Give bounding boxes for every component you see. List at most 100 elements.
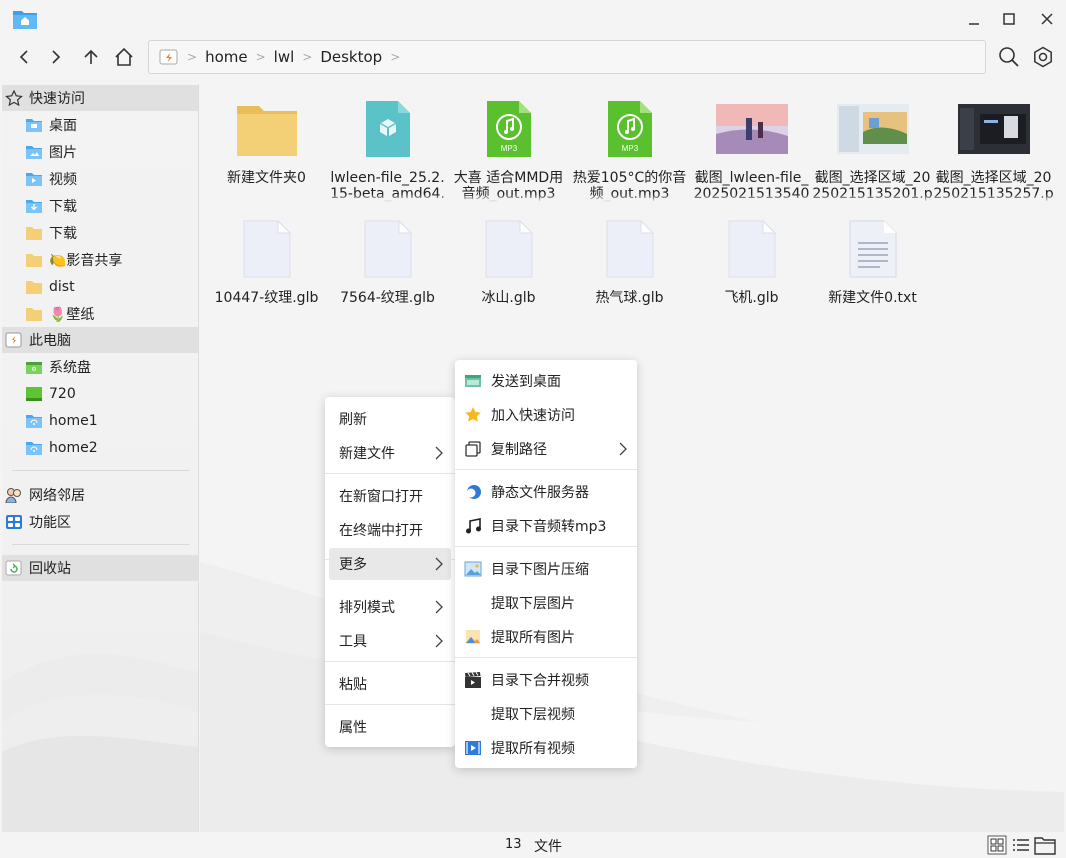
file-thumbnail (327, 96, 448, 162)
submenu-item[interactable]: 提取下层图片 (455, 587, 637, 619)
file-item[interactable]: 截图_选择区域_20250215135201.png (812, 96, 933, 202)
submenu-item[interactable]: 提取下层视频 (455, 698, 637, 730)
menu-divider (325, 473, 455, 474)
file-item[interactable]: 热气球.glb (569, 216, 690, 322)
submenu-item[interactable]: 复制路径 (455, 433, 637, 465)
context-menu-item[interactable]: 粘贴 (329, 668, 451, 700)
mp3-badge: MP3 (621, 144, 638, 153)
image-thumbnail (957, 104, 1030, 154)
sidebar-features[interactable]: 功能区 (2, 509, 198, 535)
sidebar-item-3[interactable]: 下载 (2, 193, 198, 219)
context-menu-item[interactable]: 属性 (329, 711, 451, 743)
submenu-item[interactable]: 提取所有视频 (455, 732, 637, 764)
submenu-item[interactable]: 静态文件服务器 (455, 476, 637, 508)
file-item[interactable]: 10447-纹理.glb (206, 216, 327, 322)
file-name: 热爱105°C的你音频_out.mp3 (569, 170, 690, 202)
menu-item-label: 工具 (339, 634, 367, 650)
icon-view-button[interactable] (986, 834, 1008, 856)
search-button[interactable] (996, 41, 1022, 73)
sidebar-drive-2[interactable]: home1 (2, 408, 198, 434)
context-menu-item[interactable]: 更多 (329, 548, 451, 580)
submenu-item[interactable]: 目录下图片压缩 (455, 553, 637, 585)
sidebar-label: 回收站 (29, 561, 71, 577)
image-thumbnail (715, 104, 788, 154)
file-item[interactable]: 冰山.glb (448, 216, 569, 322)
mp3-file-icon: MP3 (607, 101, 652, 157)
file-item[interactable]: lwleen-file_25.2.15-beta_amd64.deb (327, 96, 448, 202)
address-bar[interactable]: > home > lwl > Desktop > (148, 40, 986, 74)
context-menu-item[interactable]: 刷新 (329, 403, 451, 435)
folder-view-button[interactable] (1034, 834, 1056, 856)
file-item[interactable]: 截图_选择区域_20250215135257.png (933, 96, 1054, 202)
drive-icon (5, 332, 22, 348)
file-item[interactable]: MP3 热爱105°C的你音频_out.mp3 (569, 96, 690, 202)
clapperboard-icon (464, 671, 482, 689)
folder-icon (25, 225, 43, 241)
breadcrumb-lwl[interactable]: lwl (274, 48, 295, 66)
context-menu: 刷新新建文件在新窗口打开 在终端中打开 更多排列模式工具粘贴属性 (325, 397, 455, 747)
sidebar-item-label: dist (49, 279, 75, 295)
sidebar-drive-3[interactable]: home2 (2, 435, 198, 461)
file-item[interactable]: 截图_lwleen-file_20250215135409.png (691, 96, 812, 202)
sidebar-item-label: home2 (49, 440, 98, 456)
folder-icon (236, 106, 297, 156)
mp3-file-icon: MP3 (486, 101, 531, 157)
sidebar-network[interactable]: 网络邻居 (2, 482, 198, 508)
context-menu-item[interactable]: 工具 (329, 625, 451, 657)
image-thumbnail (836, 104, 909, 154)
sidebar-drive-1[interactable]: 720 (2, 381, 198, 407)
videos-folder-icon (25, 171, 43, 187)
sidebar-item-label: 下载 (49, 199, 77, 215)
sidebar-item-6[interactable]: dist (2, 274, 198, 300)
file-thumbnail (812, 216, 933, 282)
menu-item-label: 新建文件 (339, 446, 395, 462)
sidebar-drive-0[interactable]: ⚙ 系统盘 (2, 354, 198, 380)
submenu-item[interactable]: 加入快速访问 (455, 399, 637, 431)
up-button[interactable] (77, 42, 105, 72)
menu-item-label: 发送到桌面 (491, 374, 561, 390)
submenu-item[interactable]: 提取所有图片 (455, 621, 637, 653)
file-name: 飞机.glb (724, 290, 779, 306)
submenu-item[interactable]: 目录下音频转mp3 (455, 510, 637, 542)
menu-item-label: 目录下音频转mp3 (491, 519, 607, 535)
settings-button[interactable] (1030, 41, 1056, 73)
sidebar-item-1[interactable]: 图片 (2, 139, 198, 165)
file-item[interactable]: 新建文件0.txt (812, 216, 933, 322)
chevron-right-icon (619, 442, 627, 456)
sidebar-this-pc[interactable]: 此电脑 (2, 327, 198, 353)
sidebar-item-7[interactable]: 🌷壁纸 (2, 301, 198, 327)
file-thumbnail (691, 216, 812, 282)
sidebar-item-label: 视频 (49, 172, 77, 188)
home-button[interactable] (110, 42, 138, 72)
submenu-item[interactable]: 目录下合并视频 (455, 664, 637, 696)
drive-icon[interactable] (159, 48, 179, 66)
sidebar-trash[interactable]: 回收站 (2, 555, 198, 581)
breadcrumb-separator: > (390, 50, 401, 64)
sidebar-item-0[interactable]: 桌面 (2, 112, 198, 138)
breadcrumb-home[interactable]: home (205, 48, 248, 66)
maximize-button[interactable] (998, 8, 1020, 30)
sidebar-quick-access[interactable]: 快速访问 (2, 85, 198, 111)
file-item[interactable]: 新建文件夹0 (206, 96, 327, 202)
forward-button[interactable] (42, 42, 70, 72)
close-button[interactable] (1036, 8, 1058, 30)
file-item[interactable]: 飞机.glb (691, 216, 812, 322)
list-view-button[interactable] (1010, 834, 1032, 856)
minimize-button[interactable] (963, 8, 985, 30)
sidebar-item-4[interactable]: 下载 (2, 220, 198, 246)
sidebar-item-2[interactable]: 视频 (2, 166, 198, 192)
sidebar-item-5[interactable]: 🍋影音共享 (2, 247, 198, 273)
context-menu-item[interactable]: 排列模式 (329, 591, 451, 623)
status-bar: 13 文件 (0, 832, 1066, 858)
context-menu-item[interactable]: 新建文件 (329, 437, 451, 469)
menu-item-label: 提取所有视频 (491, 741, 575, 757)
folder-icon (25, 279, 43, 295)
file-item[interactable]: MP3 大喜 适合MMD用 音频_out.mp3 (448, 96, 569, 202)
context-menu-item[interactable]: 在终端中打开 (329, 514, 451, 546)
submenu-item[interactable]: 发送到桌面 (455, 365, 637, 397)
back-button[interactable] (10, 42, 38, 72)
menu-item-label: 加入快速访问 (491, 408, 575, 424)
context-menu-item[interactable]: 在新窗口打开 (329, 480, 451, 512)
breadcrumb-desktop[interactable]: Desktop (320, 48, 382, 66)
file-item[interactable]: 7564-纹理.glb (327, 216, 448, 322)
